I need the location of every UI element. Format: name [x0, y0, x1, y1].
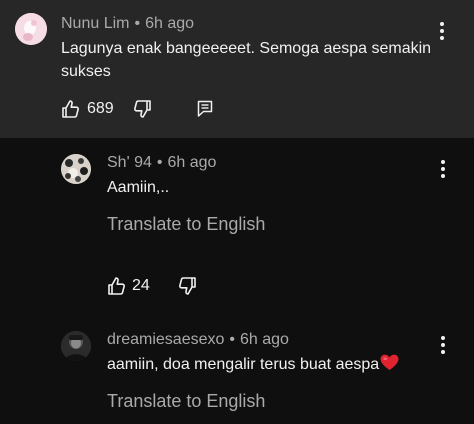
reply1-like-button[interactable]: [107, 276, 127, 296]
more-vert-icon[interactable]: [437, 22, 447, 42]
reply1-translate-link[interactable]: Translate to English: [107, 214, 265, 235]
reply2-author[interactable]: dreamiesaesexo: [107, 331, 224, 348]
like-button[interactable]: [61, 99, 81, 119]
reply-button[interactable]: [197, 100, 213, 118]
comment-time[interactable]: 6h ago: [145, 15, 194, 32]
meta-separator: •: [134, 15, 141, 32]
avatar-dreamiesaesexo[interactable]: [61, 331, 91, 361]
reply1-text: Aamiin,..: [107, 179, 170, 196]
comment-text: Lagunya enak bangeeeeet. Semoga aespa se…: [61, 37, 431, 83]
reply1-like-count: 24: [132, 277, 150, 294]
meta-separator: •: [156, 154, 163, 171]
reply1-meta: Sh' 94 • 6h ago: [107, 154, 216, 172]
reply2-time[interactable]: 6h ago: [240, 331, 289, 348]
comment-meta: Nunu Lim • 6h ago: [61, 15, 194, 33]
reply2-translate-link[interactable]: Translate to English: [107, 391, 265, 412]
thumb-down-icon: [179, 277, 196, 295]
thumb-down-icon: [134, 100, 151, 118]
thumb-up-icon: [62, 100, 79, 118]
reply1-author[interactable]: Sh' 94: [107, 154, 152, 171]
comment-text-line1: Lagunya enak bangeeeeet. Semoga aespa se…: [61, 40, 432, 57]
red-heart-emoji-icon: [380, 354, 399, 371]
comment-author[interactable]: Nunu Lim: [61, 15, 129, 32]
more-vert-icon[interactable]: [438, 336, 448, 356]
thumb-up-icon: [108, 277, 125, 295]
reply-icon: [197, 100, 213, 117]
reply2-text: aamiin, doa mengalir terus buat aespa: [107, 356, 380, 373]
avatar-sh94[interactable]: [61, 154, 91, 184]
more-vert-icon[interactable]: [438, 160, 448, 180]
dislike-button[interactable]: [132, 99, 152, 119]
reply1-dislike-button[interactable]: [177, 276, 197, 296]
avatar-nunu-lim[interactable]: [15, 13, 47, 45]
comment-text-line2: sukses: [61, 63, 111, 80]
reply2-text-row: aamiin, doa mengalir terus buat aespa: [107, 353, 399, 376]
like-count: 689: [87, 100, 114, 117]
meta-separator: •: [229, 331, 236, 348]
reply2-meta: dreamiesaesexo • 6h ago: [107, 331, 289, 349]
reply1-time[interactable]: 6h ago: [167, 154, 216, 171]
